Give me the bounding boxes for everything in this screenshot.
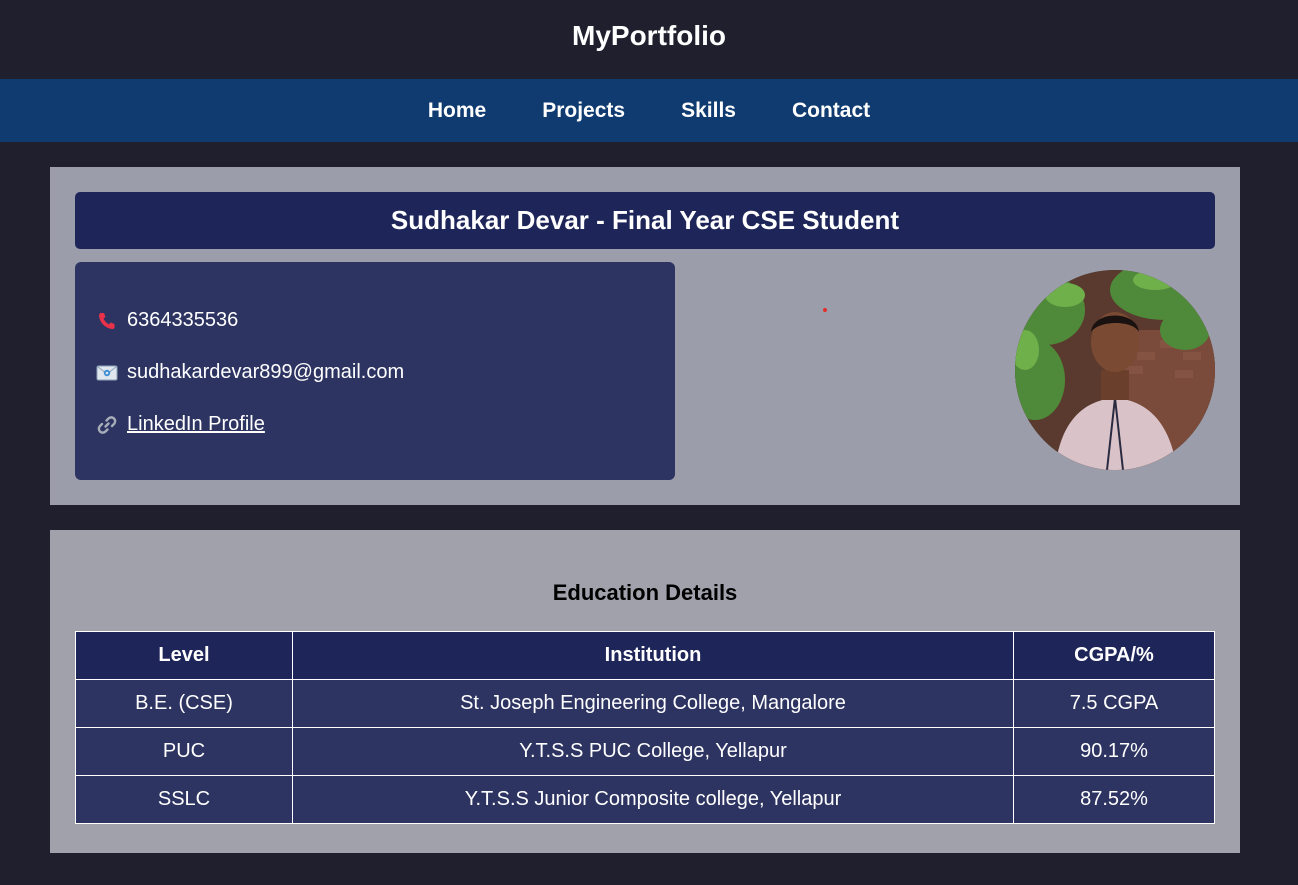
table-header-row: Level Institution CGPA/%: [75, 631, 1215, 680]
profile-card: Sudhakar Devar - Final Year CSE Student …: [50, 167, 1240, 505]
column-header-institution: Institution: [292, 631, 1014, 680]
education-card: Education Details Level Institution CGPA…: [50, 530, 1240, 853]
contact-linkedin-row: LinkedIn Profile: [96, 413, 265, 436]
cell-cgpa: 90.17%: [1013, 727, 1215, 776]
education-table: Level Institution CGPA/% B.E. (CSE) St. …: [75, 631, 1215, 824]
table-row: PUC Y.T.S.S PUC College, Yellapur 90.17%: [75, 727, 1215, 776]
cell-institution: Y.T.S.S Junior Composite college, Yellap…: [292, 775, 1014, 824]
contact-email-row: sudhakardevar899@gmail.com: [96, 361, 404, 384]
nav-skills-link[interactable]: Skills: [681, 99, 736, 123]
column-header-level: Level: [75, 631, 293, 680]
site-title: MyPortfolio: [572, 19, 726, 51]
site-header: MyPortfolio: [0, 0, 1298, 79]
cell-cgpa: 7.5 CGPA: [1013, 679, 1215, 728]
contact-email-text: sudhakardevar899@gmail.com: [127, 361, 405, 383]
cell-level: PUC: [75, 727, 293, 776]
cell-level: B.E. (CSE): [75, 679, 293, 728]
envelope-icon: [96, 362, 118, 384]
link-icon: [96, 414, 118, 436]
cell-cgpa: 87.52%: [1013, 775, 1215, 824]
column-header-cgpa: CGPA/%: [1013, 631, 1215, 680]
phone-icon: [96, 310, 118, 332]
cell-institution: St. Joseph Engineering College, Mangalor…: [292, 679, 1014, 728]
table-row: B.E. (CSE) St. Joseph Engineering Colleg…: [75, 679, 1215, 728]
education-heading: Education Details: [552, 580, 738, 605]
linkedin-profile-link[interactable]: LinkedIn Profile: [127, 413, 265, 436]
contact-box: 6364335536 sudhakardevar899@gmail.com Li…: [75, 262, 675, 480]
cell-institution: Y.T.S.S PUC College, Yellapur: [292, 727, 1014, 776]
nav-home-link[interactable]: Home: [428, 99, 486, 123]
nav-contact-link[interactable]: Contact: [792, 99, 870, 123]
contact-phone-text: 6364335536: [127, 309, 239, 331]
decorative-dot: [823, 308, 827, 312]
avatar: [1015, 270, 1215, 470]
name-banner: Sudhakar Devar - Final Year CSE Student: [75, 192, 1215, 249]
contact-phone-row: 6364335536: [96, 309, 238, 332]
cell-level: SSLC: [75, 775, 293, 824]
table-row: SSLC Y.T.S.S Junior Composite college, Y…: [75, 775, 1215, 824]
main-nav: Home Projects Skills Contact: [0, 79, 1298, 142]
nav-projects-link[interactable]: Projects: [542, 99, 625, 123]
